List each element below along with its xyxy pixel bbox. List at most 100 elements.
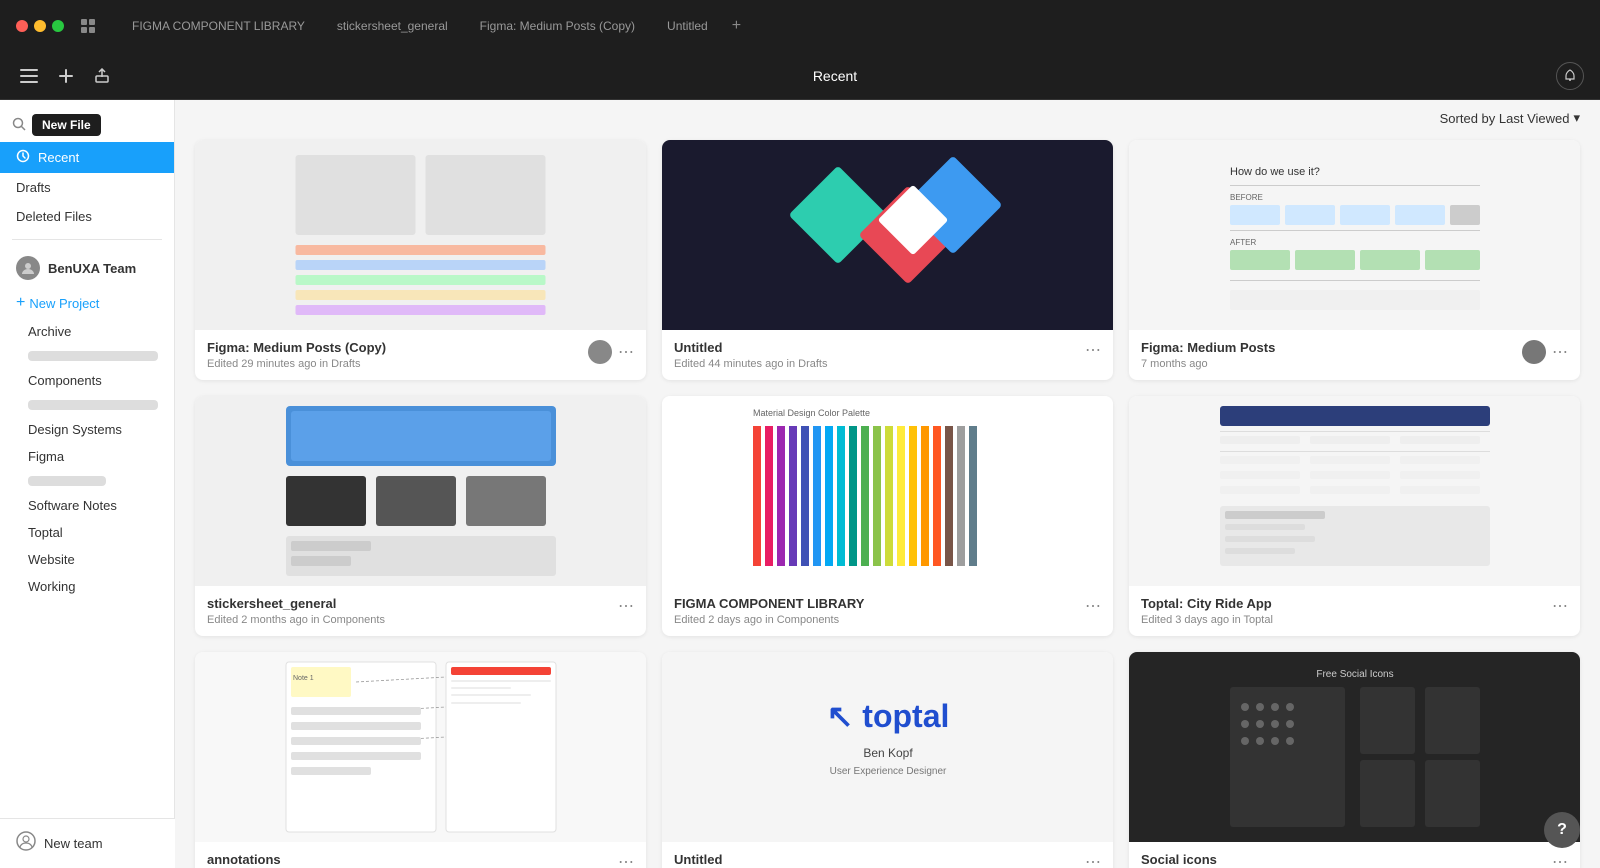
file-grid: Figma: Medium Posts (Copy) Edited 29 min… <box>175 136 1600 868</box>
traffic-lights <box>16 20 64 32</box>
file-actions-7: ⋯ <box>1085 852 1101 868</box>
sidebar-item-blurred-3 <box>0 470 174 492</box>
file-thumbnail-8: Free Social Icons <box>1129 652 1580 842</box>
sidebar-item-deleted[interactable]: Deleted Files <box>0 202 174 231</box>
sidebar-search-area: New File <box>0 108 174 142</box>
file-card-8[interactable]: Free Social Icons <box>1129 652 1580 868</box>
file-actions-0: ⋯ <box>588 340 634 364</box>
tab-untitled[interactable]: Untitled <box>651 13 724 39</box>
more-menu-5[interactable]: ⋯ <box>1552 596 1568 616</box>
help-button[interactable]: ? <box>1544 812 1580 848</box>
file-thumbnail-4: Material Design Color Palette <box>662 396 1113 586</box>
file-meta-3: Edited 2 months ago in Components <box>207 614 618 626</box>
more-menu-3[interactable]: ⋯ <box>618 596 634 616</box>
file-card-0[interactable]: Figma: Medium Posts (Copy) Edited 29 min… <box>195 140 646 380</box>
file-card-4[interactable]: Material Design Color Palette <box>662 396 1113 636</box>
more-menu-7[interactable]: ⋯ <box>1085 852 1101 868</box>
file-card-2[interactable]: How do we use it? BEFORE AFTER <box>1129 140 1580 380</box>
blurred-bar-2 <box>28 400 158 410</box>
appbar: Recent <box>0 52 1600 100</box>
svg-text:↖ toptal: ↖ toptal <box>826 698 949 734</box>
appbar-left <box>16 64 114 88</box>
recent-icon <box>16 149 30 166</box>
new-project-label: New Project <box>29 296 99 311</box>
file-name-8: Social icons <box>1141 852 1552 867</box>
team-avatar <box>16 256 40 280</box>
file-card-1[interactable]: Untitled Edited 44 minutes ago in Drafts… <box>662 140 1113 380</box>
svg-text:How do we use it?: How do we use it? <box>1230 166 1320 178</box>
sidebar-item-components[interactable]: Components <box>0 367 174 394</box>
sidebar-item-design-systems[interactable]: Design Systems <box>0 416 174 443</box>
file-details-0: Figma: Medium Posts (Copy) Edited 29 min… <box>207 340 588 370</box>
more-menu-0[interactable]: ⋯ <box>618 342 634 362</box>
file-details-2: Figma: Medium Posts 7 months ago <box>1141 340 1522 370</box>
file-name-2: Figma: Medium Posts <box>1141 340 1522 355</box>
maximize-button[interactable] <box>52 20 64 32</box>
file-thumbnail-7: ↖ toptal Ben Kopf User Experience Design… <box>662 652 1113 842</box>
titlebar: FIGMA COMPONENT LIBRARY stickersheet_gen… <box>0 0 1600 52</box>
file-info-0: Figma: Medium Posts (Copy) Edited 29 min… <box>195 330 646 380</box>
menu-button[interactable] <box>16 65 42 87</box>
new-file-tooltip: New File <box>32 114 101 136</box>
close-button[interactable] <box>16 20 28 32</box>
svg-text:User Experience Designer: User Experience Designer <box>829 766 946 777</box>
file-meta-0: Edited 29 minutes ago in Drafts <box>207 358 588 370</box>
more-menu-2[interactable]: ⋯ <box>1552 342 1568 362</box>
tab-medium-posts[interactable]: Figma: Medium Posts (Copy) <box>464 13 651 39</box>
more-menu-6[interactable]: ⋯ <box>618 852 634 868</box>
file-details-3: stickersheet_general Edited 2 months ago… <box>207 596 618 626</box>
file-name-6: annotations <box>207 852 618 867</box>
file-thumbnail-2: How do we use it? BEFORE AFTER <box>1129 140 1580 330</box>
tab-stickersheet[interactable]: stickersheet_general <box>321 13 464 39</box>
file-actions-2: ⋯ <box>1522 340 1568 364</box>
file-card-6[interactable]: Note 1 <box>195 652 646 868</box>
more-menu-8[interactable]: ⋯ <box>1552 852 1568 868</box>
file-thumbnail-1 <box>662 140 1113 330</box>
sidebar-item-figma[interactable]: Figma <box>0 443 174 470</box>
share-button[interactable] <box>90 64 114 88</box>
file-meta-1: Edited 44 minutes ago in Drafts <box>674 358 1085 370</box>
file-info-7: Untitled Edited 3 days ago in Drafts ⋯ <box>662 842 1113 868</box>
sidebar-item-recent-label: Recent <box>38 150 79 165</box>
sidebar-item-software-notes[interactable]: Software Notes <box>0 492 174 519</box>
sidebar-item-blurred-1 <box>0 345 174 367</box>
sidebar-item-blurred-2 <box>0 394 174 416</box>
file-actions-4: ⋯ <box>1085 596 1101 616</box>
add-tab-button[interactable]: + <box>724 11 749 41</box>
sidebar-team: BenUXA Team <box>0 248 174 288</box>
notification-button[interactable] <box>1556 62 1584 90</box>
file-card-5[interactable]: Toptal: City Ride App Edited 3 days ago … <box>1129 396 1580 636</box>
tab-figma-component-library[interactable]: FIGMA COMPONENT LIBRARY <box>116 13 321 39</box>
file-actions-1: ⋯ <box>1085 340 1101 360</box>
file-info-1: Untitled Edited 44 minutes ago in Drafts… <box>662 330 1113 380</box>
sort-dropdown[interactable]: Sorted by Last Viewed ▾ <box>1440 110 1580 126</box>
minimize-button[interactable] <box>34 20 46 32</box>
tabs-bar: FIGMA COMPONENT LIBRARY stickersheet_gen… <box>116 11 1584 41</box>
sidebar-item-archive[interactable]: Archive <box>0 318 174 345</box>
new-project-button[interactable]: + New Project <box>0 288 174 318</box>
file-info-6: annotations Edited 3 days ago in Compone… <box>195 842 646 868</box>
sidebar-item-recent[interactable]: Recent <box>0 142 174 173</box>
sidebar-item-toptal[interactable]: Toptal <box>0 519 174 546</box>
file-actions-5: ⋯ <box>1552 596 1568 616</box>
file-actions-6: ⋯ <box>618 852 634 868</box>
file-details-6: annotations Edited 3 days ago in Compone… <box>207 852 618 868</box>
more-menu-1[interactable]: ⋯ <box>1085 340 1101 360</box>
grid-icon[interactable] <box>80 18 96 34</box>
chevron-down-icon: ▾ <box>1573 110 1580 126</box>
file-name-0: Figma: Medium Posts (Copy) <box>207 340 588 355</box>
sidebar-item-working[interactable]: Working <box>0 573 174 600</box>
sidebar-item-website[interactable]: Website <box>0 546 174 573</box>
file-card-3[interactable]: stickersheet_general Edited 2 months ago… <box>195 396 646 636</box>
search-icon <box>12 117 26 134</box>
file-thumbnail-3 <box>195 396 646 586</box>
file-thumbnail-6: Note 1 <box>195 652 646 842</box>
new-team-label[interactable]: New team <box>44 836 103 851</box>
svg-text:Free Social Icons: Free Social Icons <box>1316 669 1393 680</box>
file-name-1: Untitled <box>674 340 1085 355</box>
sidebar-item-drafts[interactable]: Drafts <box>0 173 174 202</box>
more-menu-4[interactable]: ⋯ <box>1085 596 1101 616</box>
new-file-button[interactable] <box>54 64 78 88</box>
file-card-7[interactable]: ↖ toptal Ben Kopf User Experience Design… <box>662 652 1113 868</box>
file-actions-3: ⋯ <box>618 596 634 616</box>
